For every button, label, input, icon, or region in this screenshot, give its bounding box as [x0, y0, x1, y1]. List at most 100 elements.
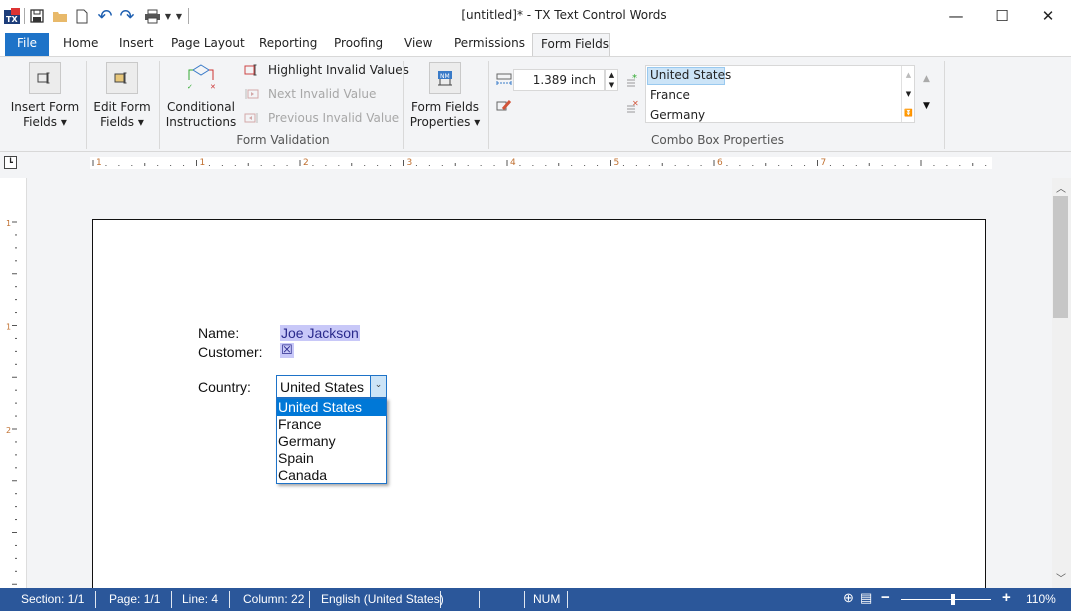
- status-line: Line: 4: [182, 592, 219, 606]
- field-width-spinner[interactable]: ▲ ▼: [605, 69, 618, 91]
- list-item[interactable]: Germany: [650, 108, 705, 122]
- ruler-label: 7: [821, 158, 827, 168]
- label: Highlight Invalid Values: [268, 63, 409, 77]
- scroll-up-icon[interactable]: ︿: [1056, 180, 1066, 195]
- divider: [944, 61, 945, 149]
- scrollbar-thumb[interactable]: [1053, 196, 1068, 318]
- remove-item-button[interactable]: ✕: [626, 99, 640, 116]
- tab-page-layout[interactable]: Page Layout: [163, 33, 253, 56]
- svg-text:✕: ✕: [632, 99, 639, 108]
- minimize-icon: —: [948, 7, 964, 25]
- tab-permissions[interactable]: Permissions: [446, 33, 533, 56]
- country-combobox[interactable]: United States ⌄: [276, 375, 387, 398]
- scroll-up-icon[interactable]: ▲: [902, 66, 915, 85]
- name-label: Name:: [198, 325, 240, 341]
- ruler-label: 5: [614, 158, 620, 168]
- add-item-icon: *: [627, 73, 637, 87]
- label: Fields ▾: [100, 115, 144, 129]
- ribbon-form-fields: Insert Form Fields ▾ Edit Form Fields ▾ …: [0, 56, 1071, 152]
- chevron-down-icon[interactable]: ⌄: [370, 376, 386, 397]
- divider: [229, 591, 230, 608]
- vertical-ruler[interactable]: 1 1 2: [5, 219, 21, 590]
- field-width-input[interactable]: 1.389 inch: [513, 69, 605, 91]
- divider: [95, 591, 96, 608]
- highlight-invalid-values-button[interactable]: Highlight Invalid Values: [244, 63, 409, 77]
- label: Insert Form: [10, 100, 80, 114]
- form-fields-properties-button[interactable]: NM Form Fields Properties ▾: [408, 62, 482, 130]
- country-option[interactable]: Canada: [277, 467, 386, 484]
- zoom-slider-thumb[interactable]: [950, 594, 955, 605]
- spin-up-icon[interactable]: ▲: [606, 70, 617, 80]
- customer-checkbox[interactable]: ☒: [280, 343, 294, 358]
- close-icon: ✕: [1041, 7, 1055, 25]
- label: Form Fields: [411, 100, 479, 114]
- zoom-level[interactable]: 110%: [1026, 592, 1056, 606]
- name-field[interactable]: Joe Jackson: [280, 325, 360, 341]
- divider: [159, 61, 160, 149]
- tab-home[interactable]: Home: [55, 33, 106, 56]
- scroll-down-icon[interactable]: ﹀: [1056, 570, 1066, 585]
- zoom-in-button[interactable]: +: [1002, 589, 1011, 606]
- list-item[interactable]: United States: [650, 68, 731, 82]
- country-option[interactable]: Spain: [277, 450, 386, 467]
- fit-width-icon[interactable]: ▤: [860, 590, 872, 606]
- group-label-form-validation: Form Validation: [236, 133, 330, 147]
- country-option[interactable]: United States: [277, 399, 386, 416]
- field-width-icon: [496, 73, 512, 90]
- list-scrollbar[interactable]: ▲ ▼ ⏬: [901, 66, 915, 122]
- tab-insert[interactable]: Insert: [111, 33, 161, 56]
- svg-text:*: *: [632, 73, 637, 84]
- fit-page-icon[interactable]: ⊕: [843, 590, 854, 606]
- label: Properties ▾: [409, 115, 481, 129]
- customer-label: Customer:: [198, 344, 263, 360]
- label: Edit Form: [93, 100, 151, 114]
- edit-form-fields-button[interactable]: Edit Form Fields ▾: [90, 62, 154, 130]
- next-invalid-value-button[interactable]: Next Invalid Value: [244, 87, 376, 101]
- tab-file[interactable]: File: [5, 33, 49, 56]
- ruler-label: 4: [510, 158, 516, 168]
- previous-invalid-value-button[interactable]: Previous Invalid Value: [244, 111, 399, 125]
- move-item-down-icon[interactable]: ▼: [923, 101, 930, 111]
- maximize-button[interactable]: ☐: [979, 0, 1025, 32]
- document-page[interactable]: Name: Joe Jackson Customer: ☒ Country: U…: [92, 219, 986, 599]
- scroll-down-icon[interactable]: ▼: [902, 85, 915, 104]
- status-column: Column: 22: [243, 592, 305, 606]
- zoom-slider-track[interactable]: [901, 599, 991, 600]
- status-language[interactable]: English (United States): [321, 592, 444, 606]
- conditional-instructions-button[interactable]: ✓ ✕ Conditional Instructions: [164, 62, 238, 130]
- close-button[interactable]: ✕: [1025, 0, 1071, 32]
- add-item-button[interactable]: *: [626, 73, 640, 90]
- ruler-ticks: 1 1 2: [6, 219, 17, 585]
- label: Instructions: [165, 115, 237, 129]
- tab-view[interactable]: View: [396, 33, 440, 56]
- list-item[interactable]: France: [650, 88, 690, 102]
- tab-form-fields[interactable]: Form Fields: [532, 33, 610, 56]
- label: Fields ▾: [23, 115, 67, 129]
- edit-field-icon[interactable]: [496, 99, 512, 116]
- svg-text:NM: NM: [440, 73, 450, 80]
- country-dropdown-list[interactable]: United States France Germany Spain Canada: [276, 398, 387, 484]
- tab-stop-selector[interactable]: ┗: [4, 156, 17, 169]
- move-item-up-icon[interactable]: ▲: [923, 74, 930, 84]
- zoom-out-button[interactable]: −: [881, 589, 890, 606]
- horizontal-ruler[interactable]: 1 1 2 3 4 5 6 7: [90, 157, 992, 169]
- ruler-label: 3: [407, 158, 413, 168]
- divider: [86, 61, 87, 149]
- previous-invalid-icon: [244, 113, 258, 123]
- divider: [567, 591, 568, 608]
- combo-items-list[interactable]: United States France Germany ▲ ▼ ⏬: [645, 65, 915, 123]
- edit-form-field-icon: [106, 62, 138, 94]
- insert-form-fields-button[interactable]: Insert Form Fields ▾: [8, 62, 82, 130]
- divider: [440, 591, 441, 608]
- scroll-end-icon[interactable]: ⏬: [902, 104, 915, 123]
- tab-reporting[interactable]: Reporting: [251, 33, 325, 56]
- country-option[interactable]: France: [277, 416, 386, 433]
- country-option[interactable]: Germany: [277, 433, 386, 450]
- divider: [524, 591, 525, 608]
- tab-proofing[interactable]: Proofing: [326, 33, 391, 56]
- status-num-lock: NUM: [533, 592, 561, 606]
- minimize-button[interactable]: —: [933, 0, 979, 32]
- conditional-diagram-icon: ✓ ✕: [185, 62, 217, 94]
- spin-down-icon[interactable]: ▼: [606, 80, 617, 90]
- insert-form-field-icon: [29, 62, 61, 94]
